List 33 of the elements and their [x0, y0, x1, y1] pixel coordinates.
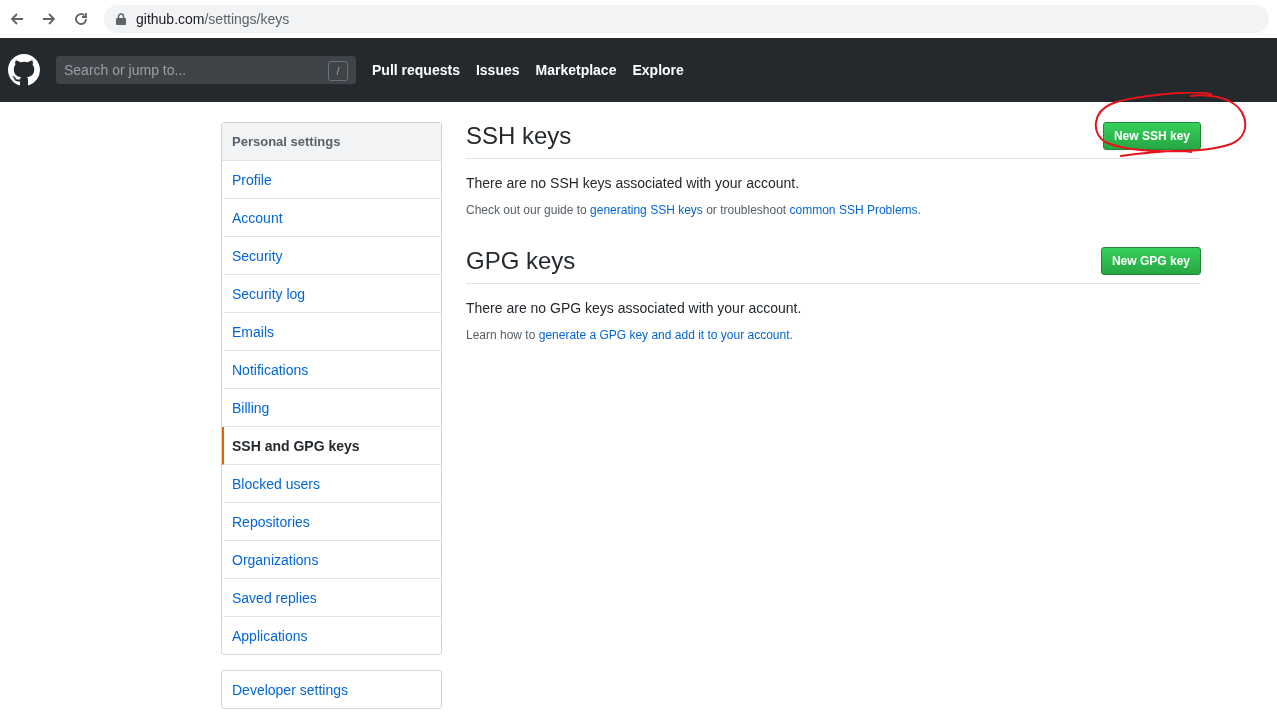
empty-message: There are no SSH keys associated with your account.: [466, 175, 801, 191]
address-bar[interactable]: github.com/settings/keys: [104, 5, 1269, 33]
sidebar-item[interactable]: Profile: [222, 161, 441, 199]
developer-settings-link[interactable]: Developer settings: [222, 671, 441, 708]
sidebar-item[interactable]: Saved replies: [222, 579, 441, 617]
octocat-logo-icon[interactable]: [8, 54, 40, 86]
nav-link[interactable]: Marketplace: [535, 62, 617, 78]
sidebar-heading: Personal settings: [222, 123, 441, 161]
help-link[interactable]: common SSH Problems: [789, 203, 918, 217]
help-text: Learn how to generate a GPG key and add it to your account.: [466, 328, 794, 342]
sidebar-item[interactable]: Organizations: [222, 541, 441, 579]
help-link[interactable]: generate a GPG key and add it to your account: [538, 328, 790, 342]
sidebar-item[interactable]: Security log: [222, 275, 441, 313]
nav-link[interactable]: Issues: [475, 62, 520, 78]
lock-icon: [116, 13, 126, 25]
sidebar-item[interactable]: Repositories: [222, 503, 441, 541]
help-text: Check out our guide to generating SSH keys or troubleshoot common SSH Problems.: [466, 203, 922, 217]
reload-icon[interactable]: [72, 10, 90, 28]
sidebar-item[interactable]: Notifications: [222, 351, 441, 389]
sidebar-item[interactable]: Billing: [222, 389, 441, 427]
nav-link[interactable]: Explore: [632, 62, 684, 78]
sidebar-item[interactable]: SSH and GPG keys: [222, 427, 441, 465]
help-link[interactable]: generating SSH keys: [590, 203, 703, 217]
sidebar-item[interactable]: Blocked users: [222, 465, 441, 503]
empty-message: There are no GPG keys associated with your account.: [466, 300, 803, 316]
sidebar-item[interactable]: Security: [222, 237, 441, 275]
sidebar-item[interactable]: Account: [222, 199, 441, 237]
sidebar-item[interactable]: Applications: [222, 617, 441, 654]
sidebar-item[interactable]: Emails: [222, 313, 441, 351]
section-title: SSH keys: [466, 122, 572, 150]
slash-key-hint: /: [328, 61, 348, 81]
nav-link[interactable]: Pull requests: [372, 62, 460, 78]
section-title: GPG keys: [466, 247, 576, 275]
